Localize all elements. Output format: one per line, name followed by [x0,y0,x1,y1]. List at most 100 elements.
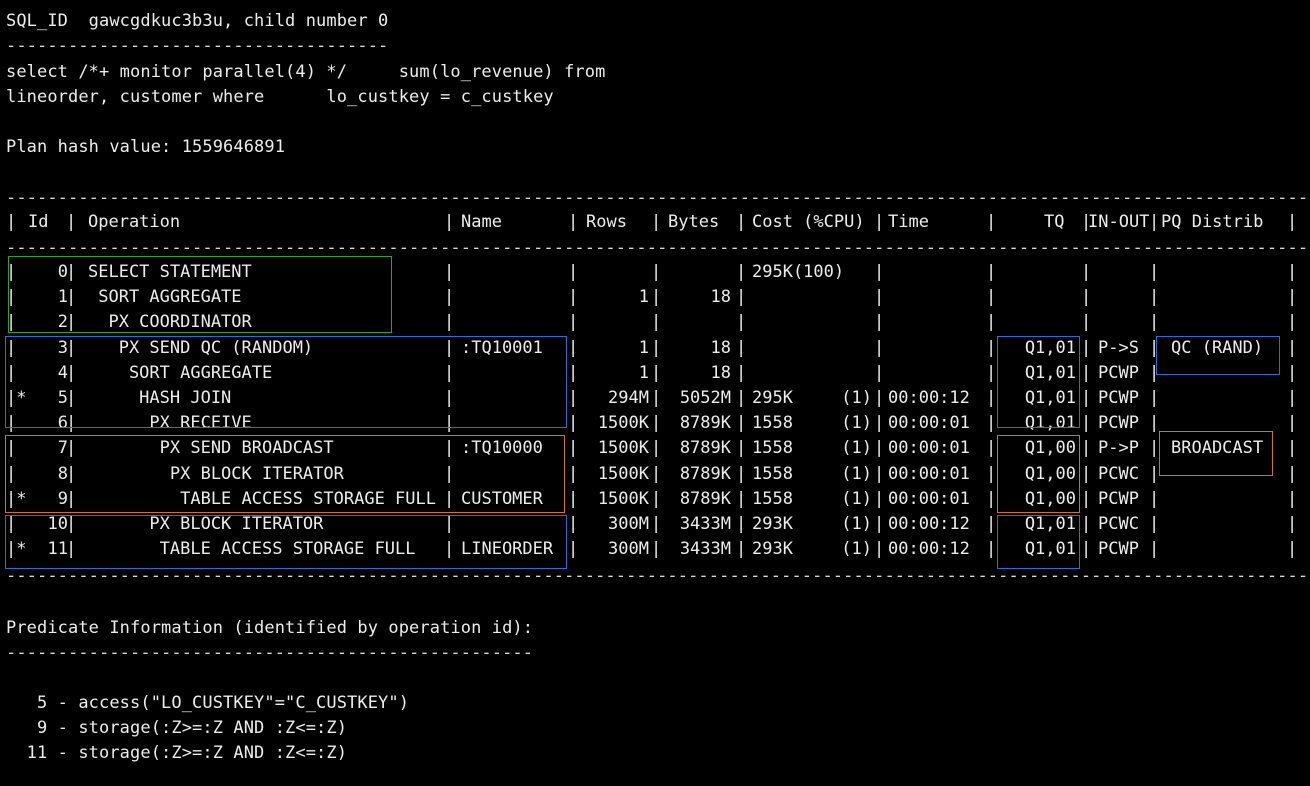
column-divider: | [444,212,455,232]
plan-table-header: | Id | Operation | Name | Rows | Bytes |… [6,210,1306,235]
row-pq-distrib [1171,310,1286,335]
column-divider: | [986,539,997,560]
column-divider: | [874,337,885,358]
row-bytes [656,310,731,335]
column-divider: | [568,312,579,333]
row-rows: 1500K [597,488,649,509]
lineorder-highlight-box [5,515,567,569]
row-pq-distrib [1171,260,1286,285]
column-divider: | [568,438,579,459]
row-bytes: 18 [710,362,731,383]
row-cpu [832,285,872,310]
row-bytes: 8789K [679,463,731,484]
row-bytes: 3433M [679,539,731,560]
column-divider: | [736,212,747,232]
row-cost: 293K [752,514,793,534]
row-tq [1011,285,1076,310]
row-in-out [1098,260,1148,285]
column-divider: | [1081,312,1092,333]
row-time [888,310,978,335]
row-bytes: 8789K [679,438,731,459]
column-divider: | [1081,463,1092,484]
row-cost: 1558 [752,488,793,509]
row-rows: 1500K [597,413,649,434]
row-rows: 300M [608,514,649,534]
row-tq [1011,260,1076,285]
row-time: 00:00:12 [888,539,970,560]
row-cost: 293K [752,539,793,560]
row-cpu [832,260,872,285]
column-divider: | [736,413,747,434]
row-time: 00:00:01 [888,438,970,459]
column-divider: | [1149,413,1160,434]
column-divider: | [874,287,885,308]
row-bytes: 8789K [679,413,731,434]
column-divider: | [568,337,579,358]
predicate-line: 9 - storage(:Z>=:Z AND :Z<=:Z) [6,718,348,738]
column-divider: | [1287,337,1298,358]
row-bytes: 18 [710,287,731,308]
sql-text-line-1: select /*+ monitor parallel(4) */ sum(lo… [6,62,606,82]
row-in-out [1098,310,1148,335]
row-rows: 300M [608,539,649,560]
row-cost [752,361,832,386]
row-rows: 1 [638,337,649,358]
column-divider: | [1081,413,1092,434]
column-divider: | [874,413,885,434]
column-divider: | [1287,463,1298,484]
column-divider: | [1287,514,1298,534]
predicate-separator: ----------------------------------------… [6,643,534,663]
column-divider: | [874,312,885,333]
row-cpu: (1) [841,438,872,459]
coordinator-highlight-box [8,256,392,333]
column-divider: | [1287,362,1298,383]
column-divider: | [736,463,747,484]
row-rows [581,310,649,335]
row-cpu: (1) [841,463,872,484]
column-divider: | [1287,262,1298,282]
column-divider: | [736,488,747,509]
column-divider: | [736,539,747,560]
predicate-line: 11 - storage(:Z>=:Z AND :Z<=:Z) [6,743,348,763]
row-pq-distrib [1171,487,1286,512]
column-divider: | [874,514,885,534]
column-divider: | [1287,312,1298,333]
column-divider: | [874,212,885,232]
sql-text-line-2: lineorder, customer where lo_custkey = c… [6,87,554,107]
column-divider: | [568,488,579,509]
column-divider: | [568,463,579,484]
column-divider: | [736,438,747,459]
column-divider: | [651,212,662,232]
column-divider: | [1081,262,1092,282]
column-divider: | [1081,438,1092,459]
column-divider: | [568,262,579,282]
hash-join-highlight-box [5,336,567,428]
column-divider: | [874,463,885,484]
column-divider: | [986,312,997,333]
column-divider: | [1149,262,1160,282]
column-header-cost: Cost (%CPU) [752,212,865,232]
column-divider: | [66,212,77,232]
predicate-line: 5 - access("LO_CUSTKEY"="C_CUSTKEY") [6,693,410,713]
column-header-name: Name [461,212,502,232]
row-time: 00:00:01 [888,463,970,484]
row-time [888,361,978,386]
column-divider: | [1081,539,1092,560]
row-tq [1011,310,1076,335]
row-cost: 1558 [752,438,793,459]
qc-rand-highlight-box [1156,336,1280,375]
tq-q1-00-highlight-box [997,435,1080,513]
column-divider: | [736,287,747,308]
column-divider: | [736,312,747,333]
sql-id-line: SQL_ID gawcgdkuc3b3u, child number 0 [6,11,389,31]
row-time: 00:00:12 [888,388,970,408]
column-divider: | [986,362,997,383]
column-divider: | [568,539,579,560]
column-divider: | [874,262,885,282]
row-rows: 1 [638,362,649,383]
column-header-pq-distrib: PQ Distrib [1161,212,1264,232]
row-cpu: (1) [841,413,872,434]
column-header-bytes: Bytes [668,212,720,232]
column-divider: | [1081,388,1092,408]
row-in-out: P->P [1098,438,1139,459]
